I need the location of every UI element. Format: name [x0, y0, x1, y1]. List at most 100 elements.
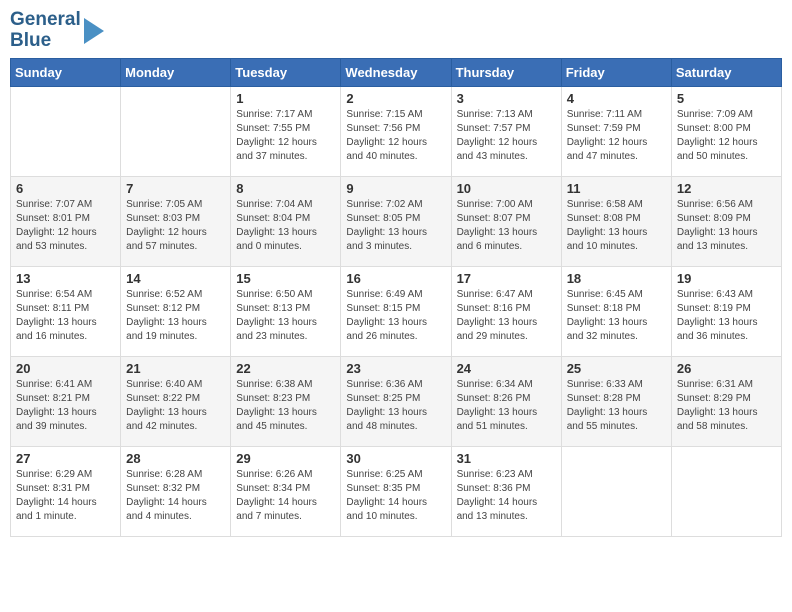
- day-number: 5: [677, 91, 776, 106]
- day-info: Sunrise: 6:31 AM Sunset: 8:29 PM Dayligh…: [677, 378, 776, 434]
- day-number: 23: [346, 361, 445, 376]
- week-row-4: 20 Sunrise: 6:41 AM Sunset: 8:21 PM Dayli…: [11, 357, 782, 447]
- logo-arrow-icon: [84, 10, 104, 52]
- weekday-header-monday: Monday: [121, 59, 231, 87]
- day-number: 1: [236, 91, 335, 106]
- day-number: 11: [567, 181, 666, 196]
- day-info: Sunrise: 6:26 AM Sunset: 8:34 PM Dayligh…: [236, 468, 335, 524]
- calendar-cell: [561, 447, 671, 537]
- calendar-cell: 30Sunrise: 6:25 AM Sunset: 8:35 PM Dayli…: [341, 447, 451, 537]
- day-info: Sunrise: 6:47 AM Sunset: 8:16 PM Dayligh…: [457, 288, 556, 344]
- calendar-body: 1 Sunrise: 7:17 AM Sunset: 7:55 PM Daylig…: [11, 87, 782, 537]
- day-info: Sunrise: 7:09 AM Sunset: 8:00 PM Dayligh…: [677, 108, 776, 164]
- calendar-cell: 28Sunrise: 6:28 AM Sunset: 8:32 PM Dayli…: [121, 447, 231, 537]
- calendar-cell: 2 Sunrise: 7:15 AM Sunset: 7:56 PM Daylig…: [341, 87, 451, 177]
- day-info: Sunrise: 7:13 AM Sunset: 7:57 PM Dayligh…: [457, 108, 556, 164]
- day-number: 25: [567, 361, 666, 376]
- day-number: 26: [677, 361, 776, 376]
- calendar-table: SundayMondayTuesdayWednesdayThursdayFrid…: [10, 58, 782, 537]
- calendar-cell: 14 Sunrise: 6:52 AM Sunset: 8:12 PM Dayli…: [121, 267, 231, 357]
- day-number: 29: [236, 451, 335, 466]
- day-info: Sunrise: 7:17 AM Sunset: 7:55 PM Dayligh…: [236, 108, 335, 164]
- day-info: Sunrise: 6:52 AM Sunset: 8:12 PM Dayligh…: [126, 288, 225, 344]
- page-header: General Blue: [10, 10, 782, 52]
- day-number: 7: [126, 181, 225, 196]
- day-number: 10: [457, 181, 556, 196]
- calendar-cell: 16Sunrise: 6:49 AM Sunset: 8:15 PM Dayli…: [341, 267, 451, 357]
- day-number: 6: [16, 181, 115, 196]
- logo: General Blue: [10, 10, 104, 52]
- calendar-cell: 9 Sunrise: 7:02 AM Sunset: 8:05 PM Daylig…: [341, 177, 451, 267]
- calendar-cell: 17 Sunrise: 6:47 AM Sunset: 8:16 PM Dayli…: [451, 267, 561, 357]
- calendar-cell: 22 Sunrise: 6:38 AM Sunset: 8:23 PM Dayli…: [231, 357, 341, 447]
- weekday-header-tuesday: Tuesday: [231, 59, 341, 87]
- day-info: Sunrise: 6:49 AM Sunset: 8:15 PM Dayligh…: [346, 288, 445, 344]
- calendar-cell: 8Sunrise: 7:04 AM Sunset: 8:04 PM Daylig…: [231, 177, 341, 267]
- calendar-cell: 24 Sunrise: 6:34 AM Sunset: 8:26 PM Dayli…: [451, 357, 561, 447]
- day-info: Sunrise: 6:23 AM Sunset: 8:36 PM Dayligh…: [457, 468, 556, 524]
- day-info: Sunrise: 6:43 AM Sunset: 8:19 PM Dayligh…: [677, 288, 776, 344]
- day-number: 17: [457, 271, 556, 286]
- day-number: 19: [677, 271, 776, 286]
- day-number: 2: [346, 91, 445, 106]
- day-number: 4: [567, 91, 666, 106]
- calendar-cell: 12Sunrise: 6:56 AM Sunset: 8:09 PM Dayli…: [671, 177, 781, 267]
- week-row-3: 13Sunrise: 6:54 AM Sunset: 8:11 PM Dayli…: [11, 267, 782, 357]
- weekday-header-row: SundayMondayTuesdayWednesdayThursdayFrid…: [11, 59, 782, 87]
- day-info: Sunrise: 7:07 AM Sunset: 8:01 PM Dayligh…: [16, 198, 115, 254]
- calendar-cell: 23Sunrise: 6:36 AM Sunset: 8:25 PM Dayli…: [341, 357, 451, 447]
- logo-label: General Blue: [10, 10, 81, 52]
- day-info: Sunrise: 6:41 AM Sunset: 8:21 PM Dayligh…: [16, 378, 115, 434]
- week-row-1: 1 Sunrise: 7:17 AM Sunset: 7:55 PM Daylig…: [11, 87, 782, 177]
- calendar-cell: [121, 87, 231, 177]
- weekday-header-wednesday: Wednesday: [341, 59, 451, 87]
- calendar-cell: 3Sunrise: 7:13 AM Sunset: 7:57 PM Daylig…: [451, 87, 561, 177]
- calendar-cell: 5 Sunrise: 7:09 AM Sunset: 8:00 PM Daylig…: [671, 87, 781, 177]
- calendar-cell: 10 Sunrise: 7:00 AM Sunset: 8:07 PM Dayli…: [451, 177, 561, 267]
- calendar-cell: 4 Sunrise: 7:11 AM Sunset: 7:59 PM Daylig…: [561, 87, 671, 177]
- day-info: Sunrise: 6:40 AM Sunset: 8:22 PM Dayligh…: [126, 378, 225, 434]
- day-number: 14: [126, 271, 225, 286]
- day-info: Sunrise: 6:56 AM Sunset: 8:09 PM Dayligh…: [677, 198, 776, 254]
- day-info: Sunrise: 6:54 AM Sunset: 8:11 PM Dayligh…: [16, 288, 115, 344]
- calendar-cell: [671, 447, 781, 537]
- day-info: Sunrise: 6:33 AM Sunset: 8:28 PM Dayligh…: [567, 378, 666, 434]
- day-info: Sunrise: 7:02 AM Sunset: 8:05 PM Dayligh…: [346, 198, 445, 254]
- calendar-cell: 7 Sunrise: 7:05 AM Sunset: 8:03 PM Daylig…: [121, 177, 231, 267]
- day-number: 22: [236, 361, 335, 376]
- day-info: Sunrise: 7:00 AM Sunset: 8:07 PM Dayligh…: [457, 198, 556, 254]
- day-number: 28: [126, 451, 225, 466]
- day-info: Sunrise: 6:34 AM Sunset: 8:26 PM Dayligh…: [457, 378, 556, 434]
- day-info: Sunrise: 6:50 AM Sunset: 8:13 PM Dayligh…: [236, 288, 335, 344]
- day-number: 18: [567, 271, 666, 286]
- calendar-cell: 11 Sunrise: 6:58 AM Sunset: 8:08 PM Dayli…: [561, 177, 671, 267]
- calendar-cell: 21Sunrise: 6:40 AM Sunset: 8:22 PM Dayli…: [121, 357, 231, 447]
- day-info: Sunrise: 7:05 AM Sunset: 8:03 PM Dayligh…: [126, 198, 225, 254]
- day-info: Sunrise: 6:38 AM Sunset: 8:23 PM Dayligh…: [236, 378, 335, 434]
- calendar-cell: 31 Sunrise: 6:23 AM Sunset: 8:36 PM Dayli…: [451, 447, 561, 537]
- day-info: Sunrise: 6:29 AM Sunset: 8:31 PM Dayligh…: [16, 468, 115, 524]
- calendar-cell: 20 Sunrise: 6:41 AM Sunset: 8:21 PM Dayli…: [11, 357, 121, 447]
- day-number: 31: [457, 451, 556, 466]
- calendar-cell: [11, 87, 121, 177]
- day-info: Sunrise: 7:15 AM Sunset: 7:56 PM Dayligh…: [346, 108, 445, 164]
- calendar-cell: 19 Sunrise: 6:43 AM Sunset: 8:19 PM Dayli…: [671, 267, 781, 357]
- day-number: 27: [16, 451, 115, 466]
- day-info: Sunrise: 6:25 AM Sunset: 8:35 PM Dayligh…: [346, 468, 445, 524]
- calendar-cell: 6 Sunrise: 7:07 AM Sunset: 8:01 PM Daylig…: [11, 177, 121, 267]
- calendar-cell: 29 Sunrise: 6:26 AM Sunset: 8:34 PM Dayli…: [231, 447, 341, 537]
- day-number: 24: [457, 361, 556, 376]
- day-number: 9: [346, 181, 445, 196]
- calendar-cell: 18 Sunrise: 6:45 AM Sunset: 8:18 PM Dayli…: [561, 267, 671, 357]
- calendar-cell: 1 Sunrise: 7:17 AM Sunset: 7:55 PM Daylig…: [231, 87, 341, 177]
- day-number: 20: [16, 361, 115, 376]
- day-info: Sunrise: 6:58 AM Sunset: 8:08 PM Dayligh…: [567, 198, 666, 254]
- day-info: Sunrise: 6:45 AM Sunset: 8:18 PM Dayligh…: [567, 288, 666, 344]
- day-number: 15: [236, 271, 335, 286]
- week-row-2: 6 Sunrise: 7:07 AM Sunset: 8:01 PM Daylig…: [11, 177, 782, 267]
- calendar-cell: 25 Sunrise: 6:33 AM Sunset: 8:28 PM Dayli…: [561, 357, 671, 447]
- weekday-header-saturday: Saturday: [671, 59, 781, 87]
- logo-text-block: General Blue: [10, 10, 104, 52]
- calendar-cell: 15 Sunrise: 6:50 AM Sunset: 8:13 PM Dayli…: [231, 267, 341, 357]
- day-info: Sunrise: 7:11 AM Sunset: 7:59 PM Dayligh…: [567, 108, 666, 164]
